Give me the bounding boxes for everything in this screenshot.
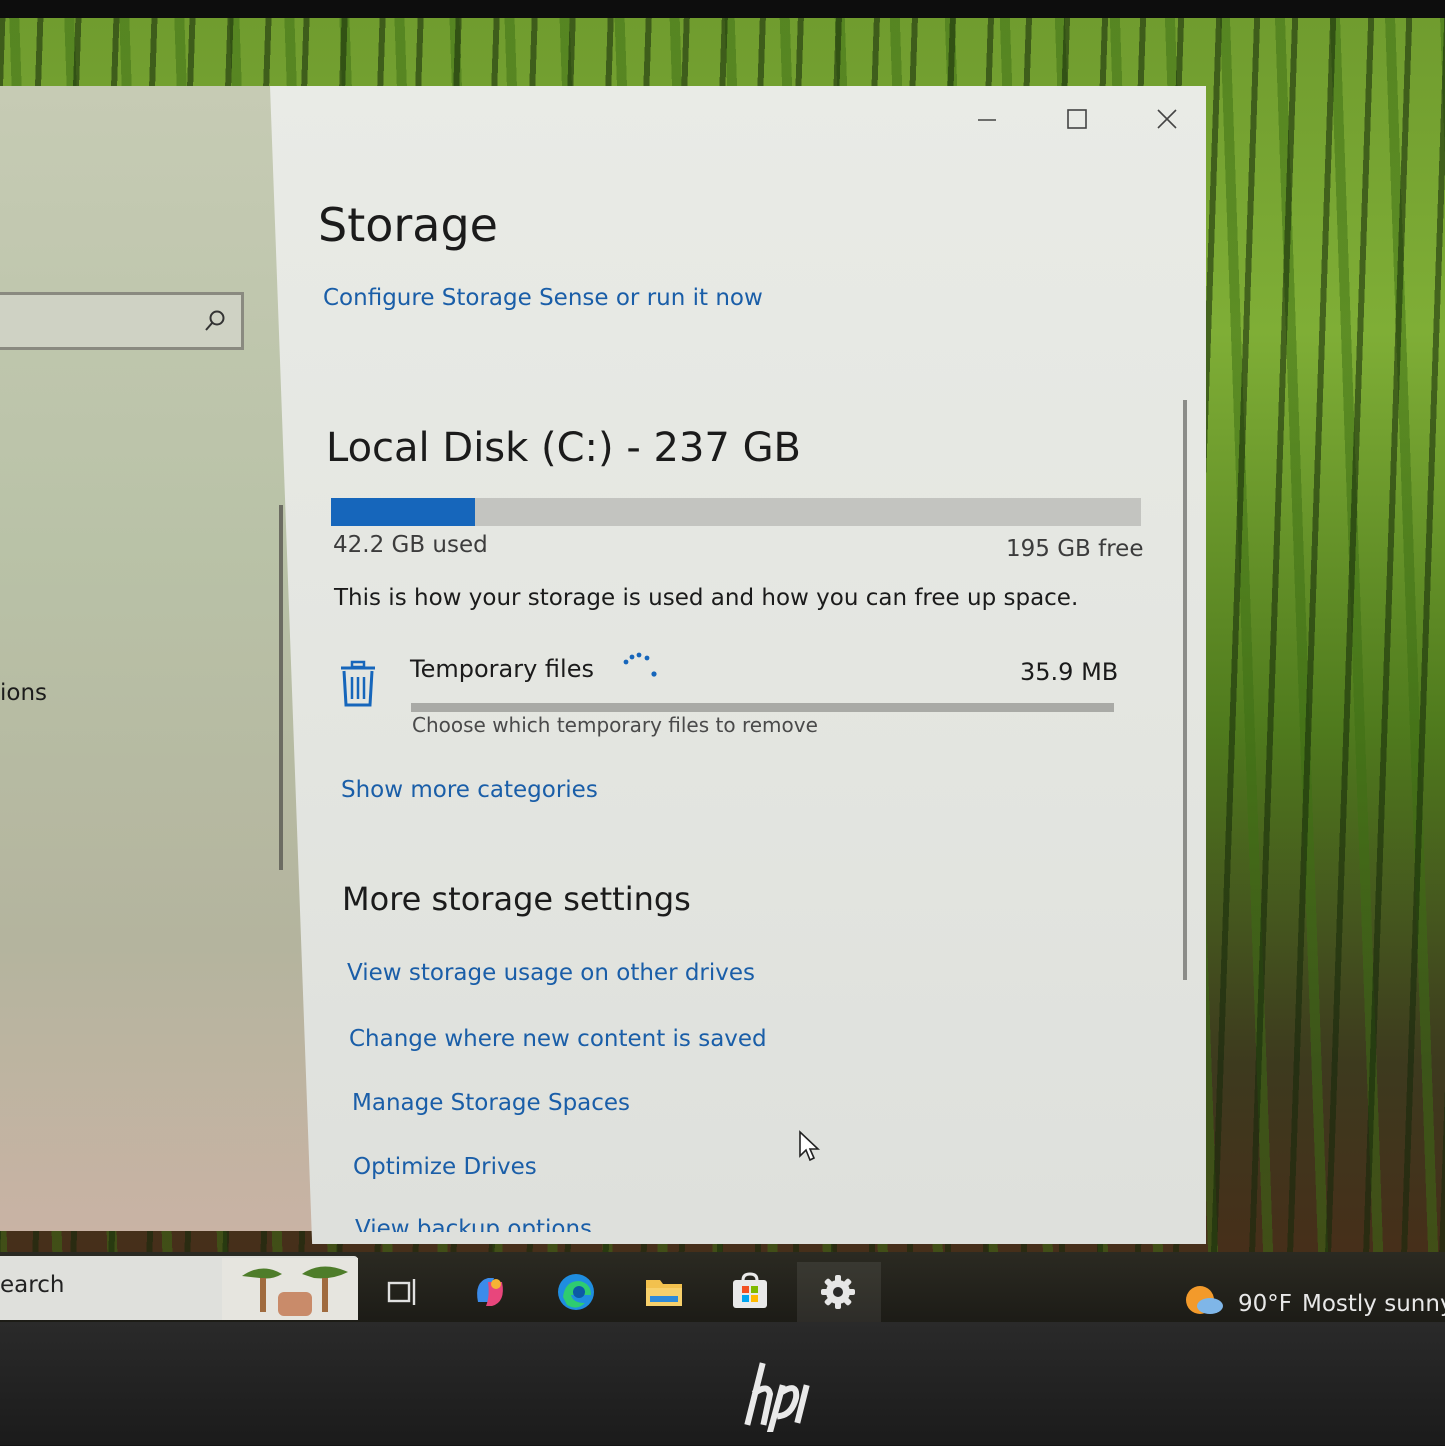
optimize-drives-link[interactable]: Optimize Drives bbox=[353, 1154, 537, 1180]
partly-sunny-icon bbox=[1184, 1284, 1224, 1318]
disk-title: Local Disk (C:) - 237 GB bbox=[326, 425, 801, 471]
weather-description: Mostly sunny bbox=[1302, 1291, 1445, 1317]
disk-usage-bar bbox=[331, 498, 1141, 526]
search-icon bbox=[203, 309, 227, 333]
edge-button[interactable] bbox=[554, 1270, 598, 1314]
minimize-icon bbox=[978, 119, 996, 121]
view-backup-options-link[interactable]: View backup options bbox=[355, 1216, 592, 1232]
maximize-icon bbox=[1067, 109, 1087, 129]
copilot-icon bbox=[477, 1278, 503, 1306]
settings-icon bbox=[821, 1275, 855, 1309]
close-button[interactable] bbox=[1148, 100, 1186, 138]
storage-sense-link[interactable]: Configure Storage Sense or run it now bbox=[323, 285, 763, 311]
storage-description: This is how your storage is used and how… bbox=[334, 585, 1079, 611]
nav-item-partial[interactable]: ions bbox=[0, 680, 47, 706]
edge-icon bbox=[558, 1274, 594, 1310]
task-view-button[interactable] bbox=[380, 1270, 424, 1314]
settings-search-input[interactable] bbox=[0, 292, 244, 350]
minimize-button[interactable] bbox=[968, 100, 1006, 138]
settings-nav-pane bbox=[0, 86, 312, 1231]
file-explorer-button[interactable] bbox=[642, 1270, 686, 1314]
show-more-categories-link[interactable]: Show more categories bbox=[341, 777, 598, 803]
copilot-button[interactable] bbox=[468, 1270, 512, 1314]
category-usage-fill bbox=[411, 703, 1114, 712]
category-usage-bar bbox=[411, 703, 1114, 712]
search-highlight-art-icon bbox=[222, 1258, 358, 1320]
laptop-bezel-bottom bbox=[0, 1322, 1445, 1445]
loading-spinner-icon bbox=[620, 648, 662, 680]
disk-used-text: 42.2 GB used bbox=[333, 532, 488, 558]
mouse-cursor-icon bbox=[798, 1130, 822, 1164]
task-view-icon bbox=[387, 1279, 416, 1305]
category-size: 35.9 MB bbox=[1020, 658, 1119, 686]
maximize-button[interactable] bbox=[1058, 100, 1096, 138]
category-subtitle: Choose which temporary files to remove bbox=[412, 713, 818, 737]
window-scrollbar[interactable] bbox=[1183, 400, 1187, 980]
more-storage-settings-heading: More storage settings bbox=[342, 880, 691, 918]
category-label: Temporary files bbox=[410, 655, 594, 683]
settings-button[interactable] bbox=[816, 1270, 860, 1314]
screen-bezel-top bbox=[0, 0, 1445, 18]
trash-icon bbox=[338, 660, 378, 708]
disk-usage-fill bbox=[331, 498, 476, 526]
manage-storage-spaces-link[interactable]: Manage Storage Spaces bbox=[352, 1090, 630, 1116]
window-controls bbox=[968, 100, 1186, 138]
store-button[interactable] bbox=[728, 1270, 772, 1314]
view-other-drives-link[interactable]: View storage usage on other drives bbox=[347, 960, 755, 986]
close-icon bbox=[1157, 109, 1177, 129]
file-explorer-icon bbox=[646, 1280, 682, 1306]
change-save-location-link[interactable]: Change where new content is saved bbox=[349, 1026, 767, 1052]
disk-free-text: 195 GB free bbox=[1006, 536, 1144, 562]
store-icon bbox=[733, 1272, 767, 1308]
nav-scrollbar[interactable] bbox=[279, 505, 283, 870]
taskbar-search-text: earch bbox=[0, 1272, 65, 1298]
weather-temperature: 90°F bbox=[1238, 1291, 1292, 1317]
page-title: Storage bbox=[318, 198, 498, 252]
hp-logo bbox=[740, 1362, 840, 1436]
